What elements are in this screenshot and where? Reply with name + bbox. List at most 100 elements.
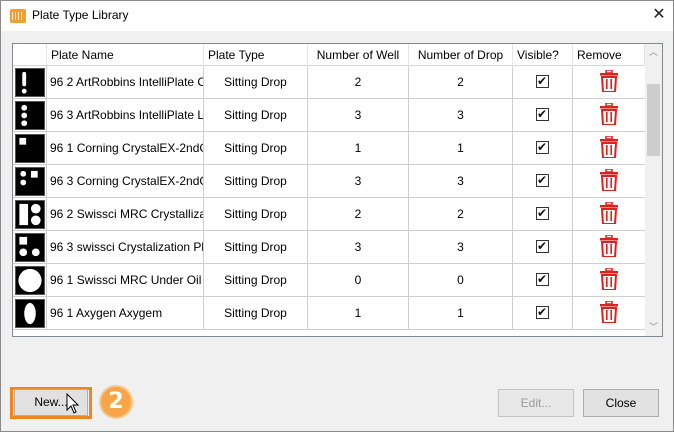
table-row[interactable]: 96 2 ArtRobbins IntelliPlate C Sitting Dr… (13, 66, 645, 99)
remove-cell (573, 297, 645, 330)
plate-layout-icon (15, 233, 45, 262)
column-header-remove[interactable]: Remove (573, 44, 645, 66)
plate-type-cell[interactable]: Sitting Drop (204, 132, 308, 165)
table-row[interactable]: 96 2 Swissci MRC Crystallizat Sitting Dro… (13, 198, 645, 231)
remove-cell (573, 99, 645, 132)
remove-cell (573, 66, 645, 99)
trash-icon[interactable] (600, 202, 618, 225)
number-of-well-cell[interactable]: 2 (308, 198, 409, 231)
visible-checkbox[interactable] (536, 139, 549, 155)
visible-checkbox[interactable] (536, 172, 549, 188)
plate-thumbnail (13, 99, 47, 132)
trash-icon[interactable] (600, 235, 618, 258)
remove-cell (573, 264, 645, 297)
edit-button[interactable]: Edit... (498, 389, 574, 417)
close-button[interactable]: Close (583, 389, 659, 417)
table-row[interactable]: 96 1 Axygen Axygem Sitting Drop 1 1 (13, 297, 645, 330)
plate-type-cell[interactable]: Sitting Drop (204, 264, 308, 297)
trash-icon[interactable] (600, 169, 618, 192)
plate-thumbnail (13, 264, 47, 297)
visible-cell (513, 66, 573, 99)
trash-icon[interactable] (600, 70, 618, 93)
plate-name-cell[interactable]: 96 1 Corning CrystalEX-2ndG (47, 132, 204, 165)
number-of-drop-cell[interactable]: 2 (409, 66, 513, 99)
number-of-drop-cell[interactable]: 0 (409, 264, 513, 297)
plate-layout-icon (15, 134, 45, 163)
plate-layout-icon (15, 266, 45, 295)
number-of-drop-cell[interactable]: 3 (409, 165, 513, 198)
column-header-number-of-well[interactable]: Number of Well (308, 44, 409, 66)
visible-cell (513, 264, 573, 297)
table-row[interactable]: 96 1 Corning CrystalEX-2ndG Sitting Drop 1… (13, 132, 645, 165)
number-of-well-cell[interactable]: 2 (308, 66, 409, 99)
visible-cell (513, 297, 573, 330)
plate-type-cell[interactable]: Sitting Drop (204, 165, 308, 198)
plate-name-cell[interactable]: 96 3 Corning CrystalEX-2ndG (47, 165, 204, 198)
number-of-well-cell[interactable]: 3 (308, 165, 409, 198)
visible-checkbox[interactable] (536, 73, 549, 89)
plate-type-library-dialog: Plate Type Library ✕ Plate Name Plate Ty… (0, 0, 674, 432)
number-of-drop-cell[interactable]: 1 (409, 297, 513, 330)
visible-cell (513, 99, 573, 132)
plate-name-cell[interactable]: 96 3 swissci Crystalization Pla (47, 231, 204, 264)
plate-type-cell[interactable]: Sitting Drop (204, 99, 308, 132)
column-header-visible[interactable]: Visible? (513, 44, 573, 66)
plate-name-cell[interactable]: 96 1 Swissci MRC Under Oil (47, 264, 204, 297)
scroll-down-icon[interactable]: ﹀ (645, 319, 662, 336)
number-of-drop-cell[interactable]: 2 (409, 198, 513, 231)
number-of-drop-cell[interactable]: 1 (409, 132, 513, 165)
plate-name-cell[interactable]: 96 1 Axygen Axygem (47, 297, 204, 330)
trash-icon[interactable] (600, 268, 618, 291)
visible-checkbox[interactable] (536, 238, 549, 254)
table-row[interactable]: 96 1 Swissci MRC Under Oil Sitting Drop 0 0 (13, 264, 645, 297)
plate-layout-icon (15, 167, 45, 196)
plate-name-cell[interactable]: 96 3 ArtRobbins IntelliPlate L (47, 99, 204, 132)
plate-thumbnail (13, 297, 47, 330)
plate-thumbnail (13, 198, 47, 231)
plate-type-cell[interactable]: Sitting Drop (204, 66, 308, 99)
app-icon (10, 9, 26, 23)
plate-layout-icon (15, 299, 45, 328)
plate-type-cell[interactable]: Sitting Drop (204, 231, 308, 264)
number-of-well-cell[interactable]: 0 (308, 264, 409, 297)
column-header-number-of-drop[interactable]: Number of Drop (409, 44, 513, 66)
number-of-well-cell[interactable]: 3 (308, 99, 409, 132)
number-of-well-cell[interactable]: 1 (308, 132, 409, 165)
visible-checkbox[interactable] (536, 205, 549, 221)
plate-thumbnail (13, 231, 47, 264)
title-bar: Plate Type Library ✕ (1, 1, 673, 31)
plate-thumbnail (13, 165, 47, 198)
column-header-plate-name[interactable]: Plate Name (47, 44, 204, 66)
visible-checkbox[interactable] (536, 106, 549, 122)
column-header-plate-type[interactable]: Plate Type (204, 44, 308, 66)
visible-cell (513, 132, 573, 165)
trash-icon[interactable] (600, 301, 618, 324)
vertical-scrollbar[interactable]: ︿ ﹀ (645, 44, 662, 336)
close-icon[interactable]: ✕ (649, 5, 669, 25)
number-of-well-cell[interactable]: 3 (308, 231, 409, 264)
visible-cell (513, 165, 573, 198)
trash-icon[interactable] (600, 136, 618, 159)
remove-cell (573, 132, 645, 165)
number-of-well-cell[interactable]: 1 (308, 297, 409, 330)
plate-name-cell[interactable]: 96 2 ArtRobbins IntelliPlate C (47, 66, 204, 99)
plate-type-cell[interactable]: Sitting Drop (204, 198, 308, 231)
scrollbar-thumb[interactable] (647, 84, 660, 156)
remove-cell (573, 231, 645, 264)
window-title: Plate Type Library (32, 8, 129, 22)
number-of-drop-cell[interactable]: 3 (409, 99, 513, 132)
trash-icon[interactable] (600, 103, 618, 126)
table-row[interactable]: 96 3 swissci Crystalization Pla Sitting D… (13, 231, 645, 264)
scroll-up-icon[interactable]: ︿ (645, 44, 662, 61)
visible-cell (513, 198, 573, 231)
table-row[interactable]: 96 3 Corning CrystalEX-2ndG Sitting Drop 3… (13, 165, 645, 198)
number-of-drop-cell[interactable]: 3 (409, 231, 513, 264)
table-row[interactable]: 96 3 ArtRobbins IntelliPlate L Sitting Dr… (13, 99, 645, 132)
plate-name-cell[interactable]: 96 2 Swissci MRC Crystallizat (47, 198, 204, 231)
plate-type-cell[interactable]: Sitting Drop (204, 297, 308, 330)
grid-header: Plate Name Plate Type Number of Well Num… (13, 44, 645, 66)
plate-type-grid[interactable]: Plate Name Plate Type Number of Well Num… (12, 43, 663, 337)
visible-checkbox[interactable] (536, 271, 549, 287)
remove-cell (573, 165, 645, 198)
visible-checkbox[interactable] (536, 304, 549, 320)
